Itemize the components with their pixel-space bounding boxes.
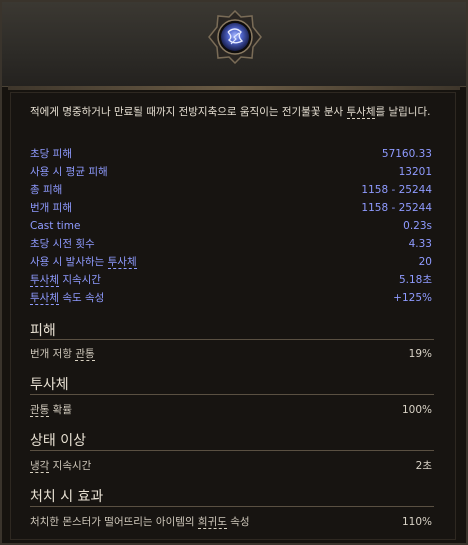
rarity-keyword-link[interactable]: 희귀도 xyxy=(197,516,227,529)
pierce-keyword-link[interactable]: 관통 xyxy=(30,404,50,417)
section-title-projectile: 투사체 xyxy=(30,377,69,393)
section-divider xyxy=(30,339,434,340)
stat-row-projectile-duration: 투사체 지속시간 5.18초 xyxy=(30,274,432,287)
section-title-damage: 피해 xyxy=(30,323,56,339)
property-row-pierce-chance: 관통 확률 100% xyxy=(30,404,432,417)
lightning-orb-icon xyxy=(208,10,262,64)
property-row-item-rarity: 처치한 몬스터가 떨어뜨리는 아이템의 희귀도 속성 110% xyxy=(30,516,432,529)
stat-row-projectile-speed: 투사체 속도 속성 +125% xyxy=(30,292,432,305)
projectile-keyword-link[interactable]: 투사체 xyxy=(346,106,376,119)
stat-row-projectiles: 사용 시 발사하는 투사체 20 xyxy=(30,256,432,269)
projectile-keyword-link[interactable]: 투사체 xyxy=(30,274,59,287)
chill-keyword-link[interactable]: 냉각 xyxy=(30,460,50,473)
property-row-chill-duration: 냉각 지속시간 2초 xyxy=(30,460,432,473)
section-title-status-effects: 상태 이상 xyxy=(30,433,86,449)
stat-row-dps: 초당 피해 57160.33 xyxy=(30,148,432,160)
skill-description: 적에게 명중하거나 만료될 때까지 전방지축으로 움직이는 전기불꽃 분사 투사… xyxy=(30,104,440,121)
penetration-keyword-link[interactable]: 관통 xyxy=(75,348,95,361)
section-divider xyxy=(30,450,434,451)
projectile-keyword-link[interactable]: 투사체 xyxy=(107,256,137,269)
stat-row-lightning-damage: 번개 피해 1158 - 25244 xyxy=(30,202,432,214)
projectile-keyword-link[interactable]: 투사체 xyxy=(30,292,59,305)
stat-row-cast-time: Cast time 0.23s xyxy=(30,220,432,232)
stat-row-total-damage: 총 피해 1158 - 25244 xyxy=(30,184,432,196)
stat-row-casts-per-second: 초당 시전 횟수 4.33 xyxy=(30,238,432,250)
description-text: 적에게 명중하거나 만료될 때까지 전방지축으로 움직이는 전기불꽃 분사 xyxy=(30,106,347,118)
header-divider xyxy=(8,86,460,90)
property-row-lightning-penetration: 번개 저항 관통 19% xyxy=(30,348,432,361)
description-text-end: 를 날립니다. xyxy=(375,106,431,118)
stat-row-avg-damage: 사용 시 평균 피해 13201 xyxy=(30,166,432,178)
section-divider xyxy=(30,506,434,507)
section-title-on-kill: 처치 시 효과 xyxy=(30,489,104,505)
section-divider xyxy=(30,394,434,395)
